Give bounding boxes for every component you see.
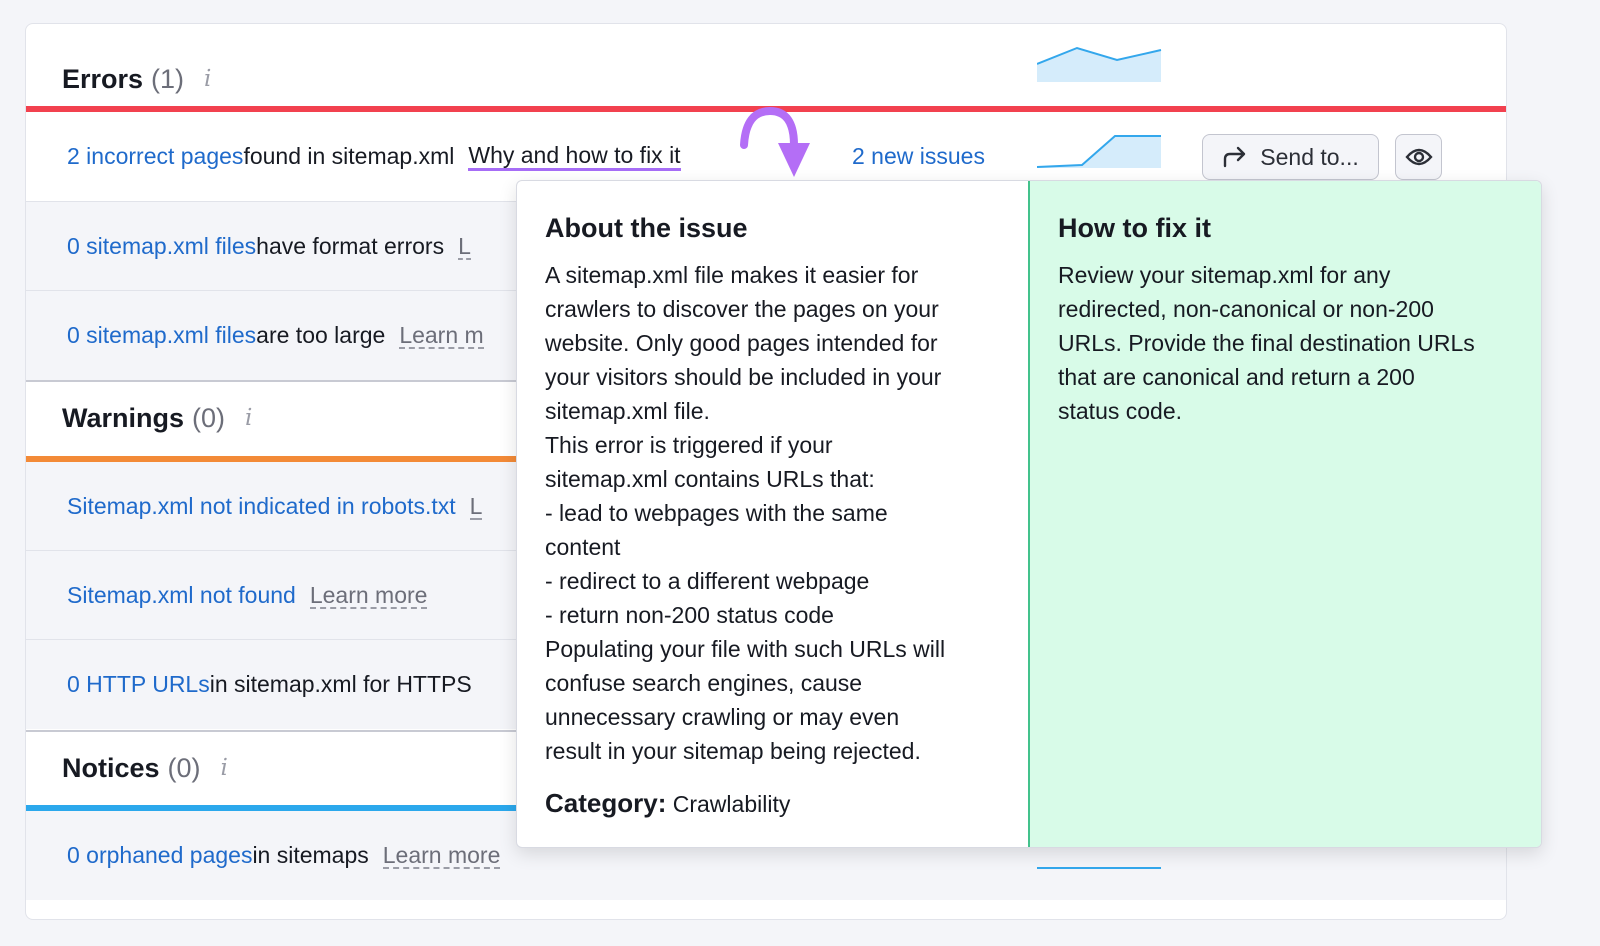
learn-more-link[interactable]: Learn more (309, 583, 428, 609)
warnings-info-icon[interactable]: i (245, 405, 252, 431)
curved-arrow-icon (740, 106, 810, 177)
eye-icon (1404, 148, 1433, 166)
new-issues-link[interactable]: 2 new issues (852, 143, 985, 170)
send-to-button[interactable]: Send to... (1202, 134, 1379, 180)
category-value: Crawlability (666, 791, 791, 817)
notices-info-icon[interactable]: i (221, 755, 228, 781)
row-text: found in sitemap.xml (243, 143, 455, 169)
why-and-how-to-fix-link[interactable]: Why and how to fix it (468, 142, 681, 171)
how-to-fix-panel: How to fix it Review your sitemap.xml fo… (1030, 181, 1541, 847)
errors-info-icon[interactable]: i (204, 66, 211, 92)
about-issue-text: A sitemap.xml file makes it easier for c… (545, 262, 946, 764)
category-label: Category: (545, 788, 667, 818)
send-to-label: Send to... (1260, 143, 1359, 170)
share-arrow-icon (1224, 146, 1246, 168)
issue-popup: About the issue A sitemap.xml file makes… (516, 180, 1542, 848)
eye-button[interactable] (1395, 134, 1442, 180)
incorrect-pages-link[interactable]: 2 incorrect pages (67, 143, 243, 170)
learn-more-link[interactable]: L (458, 234, 471, 260)
learn-more-link[interactable]: L (469, 494, 483, 520)
errors-title: Errors (62, 63, 144, 94)
warnings-title: Warnings (62, 402, 185, 433)
row-text: are too large (256, 322, 386, 348)
notices-title: Notices (62, 752, 160, 783)
how-to-fix-title: How to fix it (1058, 213, 1211, 243)
errors-header: Errors (1) i (26, 44, 1506, 114)
row1-sparkline (1037, 135, 1161, 168)
category: Category: Crawlability (545, 788, 1000, 819)
format-errors-link[interactable]: 0 sitemap.xml files (67, 233, 256, 260)
sitemap-not-found-link[interactable]: Sitemap.xml not found (67, 582, 296, 609)
notices-count: (0) (167, 752, 201, 783)
too-large-link[interactable]: 0 sitemap.xml files (67, 322, 256, 349)
about-issue-title: About the issue (545, 213, 748, 243)
row-text: in sitemaps (252, 842, 369, 868)
errors-sparkline (1037, 46, 1162, 82)
learn-more-link[interactable]: Learn m (399, 323, 484, 349)
how-to-fix-text: Review your sitemap.xml for any redirect… (1058, 262, 1475, 424)
sitemap-robots-link[interactable]: Sitemap.xml not indicated in robots.txt (67, 493, 456, 520)
errors-count: (1) (151, 63, 185, 94)
warnings-count: (0) (192, 402, 226, 433)
http-urls-link[interactable]: 0 HTTP URLs (67, 671, 210, 698)
orphaned-pages-link[interactable]: 0 orphaned pages (67, 842, 252, 869)
notices-sparkline (1037, 867, 1161, 869)
row-text: in sitemap.xml for HTTPS (209, 671, 472, 697)
about-issue-panel: About the issue A sitemap.xml file makes… (517, 181, 1030, 847)
learn-more-link[interactable]: Learn more (382, 843, 501, 869)
row-text: have format errors (256, 233, 445, 259)
